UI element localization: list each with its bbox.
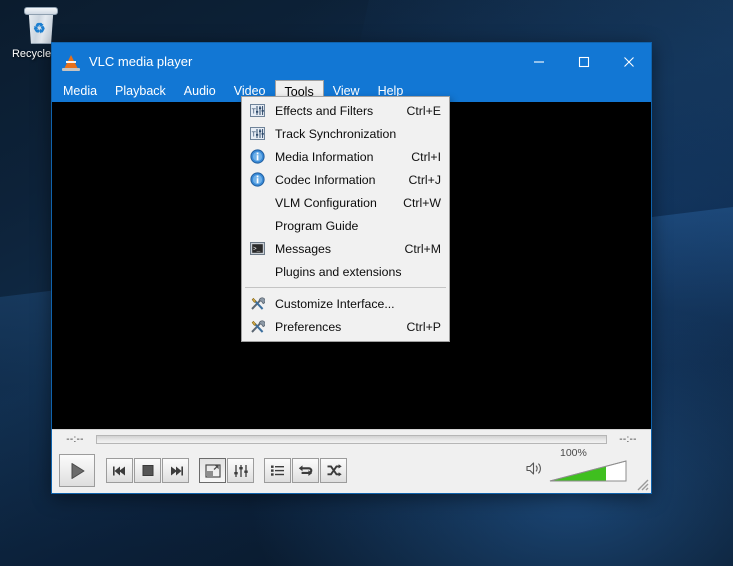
menu-item-preferences[interactable]: Preferences Ctrl+P [242, 315, 449, 338]
menu-item-shortcut: Ctrl+W [403, 195, 441, 210]
info-circle-icon [248, 149, 266, 165]
play-icon [71, 462, 84, 479]
stop-button[interactable] [134, 458, 161, 483]
window-title-bar[interactable]: VLC media player [52, 43, 651, 80]
fullscreen-button[interactable] [199, 458, 226, 483]
previous-track-icon [112, 466, 125, 475]
info-circle-icon [248, 172, 266, 188]
fullscreen-icon [204, 463, 221, 478]
svg-text:T: T [251, 108, 256, 115]
loop-icon [298, 464, 313, 476]
stop-icon [142, 465, 153, 476]
menu-separator [245, 287, 446, 288]
menu-item-vlm-configuration[interactable]: VLM Configuration Ctrl+W [242, 191, 449, 214]
view-button-group [199, 458, 254, 483]
shuffle-icon [327, 464, 342, 477]
previous-button[interactable] [106, 458, 133, 483]
no-icon-placeholder [248, 264, 266, 280]
speaker-icon[interactable] [526, 461, 543, 481]
menu-item-label: Plugins and extensions [275, 264, 402, 279]
menu-item-label: Media Information [275, 149, 374, 164]
menu-item-codec-information[interactable]: Codec Information Ctrl+J [242, 168, 449, 191]
vlc-cone-icon [62, 53, 80, 71]
playlist-icon [271, 465, 284, 476]
menu-item-label: Codec Information [275, 172, 376, 187]
menu-item-label: Customize Interface... [275, 296, 395, 311]
menu-playback[interactable]: Playback [106, 80, 175, 102]
seek-bar-row[interactable]: --:-- --:-- [52, 429, 651, 448]
desktop[interactable]: ♻ Recycle Bin VLC media player Media Pla… [0, 0, 733, 566]
menu-item-label: Effects and Filters [275, 103, 374, 118]
close-button[interactable] [606, 43, 651, 80]
menu-item-plugins-and-extensions[interactable]: Plugins and extensions [242, 260, 449, 283]
menu-item-media-information[interactable]: Media Information Ctrl+I [242, 145, 449, 168]
tools-wrench-icon [248, 296, 266, 312]
tools-dropdown-menu[interactable]: T Effects and Filters Ctrl+E T Track Syn… [241, 96, 450, 342]
menu-item-shortcut: Ctrl+E [406, 103, 441, 118]
svg-text:T: T [251, 131, 256, 138]
resize-grip-icon[interactable] [635, 477, 649, 491]
no-icon-placeholder [248, 218, 266, 234]
menu-item-messages[interactable]: >_ Messages Ctrl+M [242, 237, 449, 260]
menu-item-effects-and-filters[interactable]: T Effects and Filters Ctrl+E [242, 99, 449, 122]
equalizer-icon [233, 464, 248, 477]
menu-item-label: Program Guide [275, 218, 359, 233]
menu-item-label: Messages [275, 241, 332, 256]
menu-item-shortcut: Ctrl+M [404, 241, 441, 256]
menu-item-shortcut: Ctrl+I [411, 149, 441, 164]
volume-slider[interactable]: 100% [548, 447, 628, 483]
next-button[interactable] [162, 458, 189, 483]
shuffle-button[interactable] [320, 458, 347, 483]
extended-settings-button[interactable] [227, 458, 254, 483]
window-title: VLC media player [89, 54, 193, 69]
menu-item-track-synchronization[interactable]: T Track Synchronization [242, 122, 449, 145]
menu-item-label: Track Synchronization [275, 126, 397, 141]
recycle-bin-icon: ♻ [20, 4, 62, 46]
time-elapsed-label: --:-- [66, 433, 84, 445]
equalizer-sliders-icon: T [248, 126, 266, 142]
playlist-button-group [264, 458, 347, 483]
console-icon: >_ [248, 241, 266, 257]
equalizer-sliders-icon: T [248, 103, 266, 119]
volume-control[interactable]: 100% [526, 447, 644, 483]
menu-audio[interactable]: Audio [175, 80, 225, 102]
menu-item-shortcut: Ctrl+J [408, 172, 441, 187]
maximize-button[interactable] [561, 43, 606, 80]
menu-item-shortcut: Ctrl+P [406, 319, 441, 334]
menu-item-label: Preferences [275, 319, 342, 334]
menu-item-label: VLM Configuration [275, 195, 377, 210]
seek-slider[interactable] [96, 434, 607, 444]
next-track-icon [170, 466, 183, 475]
svg-text:>_: >_ [253, 245, 261, 252]
time-total-label: --:-- [619, 433, 637, 445]
menu-item-customize-interface[interactable]: Customize Interface... [242, 292, 449, 315]
no-icon-placeholder [248, 195, 266, 211]
menu-item-program-guide[interactable]: Program Guide [242, 214, 449, 237]
loop-button[interactable] [292, 458, 319, 483]
play-button[interactable] [59, 454, 95, 487]
playlist-button[interactable] [264, 458, 291, 483]
menu-media[interactable]: Media [54, 80, 106, 102]
playback-controls-bar[interactable]: 100% [52, 447, 651, 493]
minimize-button[interactable] [516, 43, 561, 80]
volume-percent-label: 100% [560, 446, 587, 459]
transport-button-group [106, 458, 189, 483]
tools-wrench-icon [248, 319, 266, 335]
